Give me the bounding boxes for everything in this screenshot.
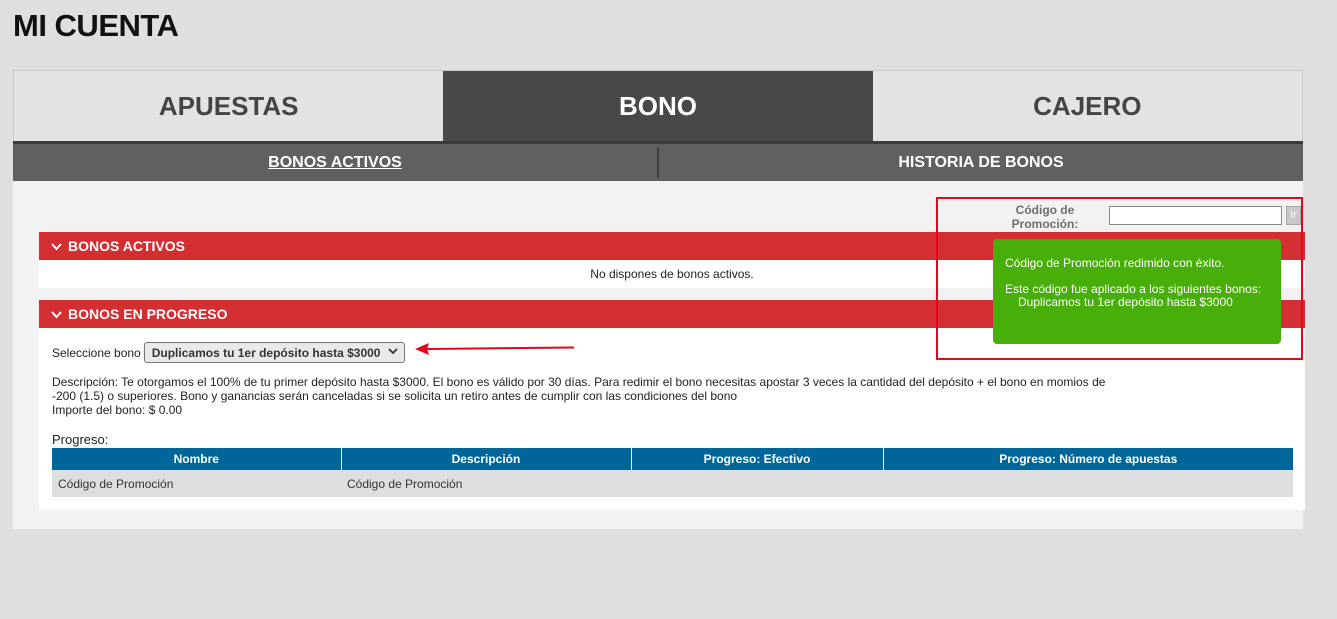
page-title: MI CUENTA xyxy=(13,8,179,43)
column-header-efectivo: Progreso: Efectivo xyxy=(631,448,884,470)
tab-cajero[interactable]: CAJERO xyxy=(873,71,1302,141)
table-cell: Código de Promoción xyxy=(341,470,631,497)
sub-tabs: BONOS ACTIVOS HISTORIA DE BONOS xyxy=(13,141,1303,181)
table-cell: Código de Promoción xyxy=(52,470,341,497)
description-line: Descripción: Te otorgamos el 100% de tu … xyxy=(52,375,1106,389)
column-header-nombre: Nombre xyxy=(52,448,342,470)
chevron-down-icon xyxy=(51,238,65,254)
progress-label: Progreso: xyxy=(52,432,109,447)
bonus-select-label: Seleccione bono xyxy=(52,345,141,360)
bonus-select-value: Duplicamos tu 1er depósito hasta $3000 xyxy=(151,345,381,360)
bonus-select-row: Seleccione bono Duplicamos tu 1er depósi… xyxy=(52,342,406,363)
table-cell xyxy=(631,470,883,497)
chevron-down-icon xyxy=(51,306,65,322)
tab-apuestas[interactable]: APUESTAS xyxy=(14,71,443,141)
bonus-description: Descripción: Te otorgamos el 100% de tu … xyxy=(52,375,1122,417)
table-row: Código de Promoción Código de Promoción xyxy=(52,470,1293,497)
subtab-bonos-activos-label: BONOS ACTIVOS xyxy=(268,153,402,171)
toast-message: Código de Promoción redimido con éxito. xyxy=(1005,256,1225,270)
main-tabs: APUESTAS BONO CAJERO xyxy=(13,70,1303,141)
subtab-historia-label: HISTORIA DE BONOS xyxy=(898,153,1064,171)
progress-table: Nombre Descripción Progreso: Efectivo Pr… xyxy=(52,448,1293,497)
subtab-historia-de-bonos[interactable]: HISTORIA DE BONOS xyxy=(659,144,1303,181)
column-header-descripcion: Descripción xyxy=(341,448,632,470)
description-line: -200 (1.5) o superiores. Bono y ganancia… xyxy=(52,389,738,403)
section-title-bonos-activos: BONOS ACTIVOS xyxy=(68,238,185,254)
bonus-select[interactable]: Duplicamos tu 1er depósito hasta $3000 xyxy=(143,342,406,363)
section-title-bonos-en-progreso: BONOS EN PROGRESO xyxy=(68,306,228,322)
success-toast: Código de Promoción redimido con éxito. … xyxy=(993,239,1281,344)
annotation-arrow-icon xyxy=(415,343,575,355)
subtab-bonos-activos[interactable]: BONOS ACTIVOS xyxy=(13,144,657,181)
chevron-down-icon xyxy=(388,347,399,358)
table-cell xyxy=(883,470,1293,497)
column-header-numero-apuestas: Progreso: Número de apuestas xyxy=(883,448,1293,470)
bonus-amount: Importe del bono: $ 0.00 xyxy=(52,403,183,417)
toast-bonus-item: Duplicamos tu 1er depósito hasta $3000 xyxy=(1018,295,1233,309)
tab-bono[interactable]: BONO xyxy=(443,71,873,141)
table-header-row: Nombre Descripción Progreso: Efectivo Pr… xyxy=(52,448,1293,470)
